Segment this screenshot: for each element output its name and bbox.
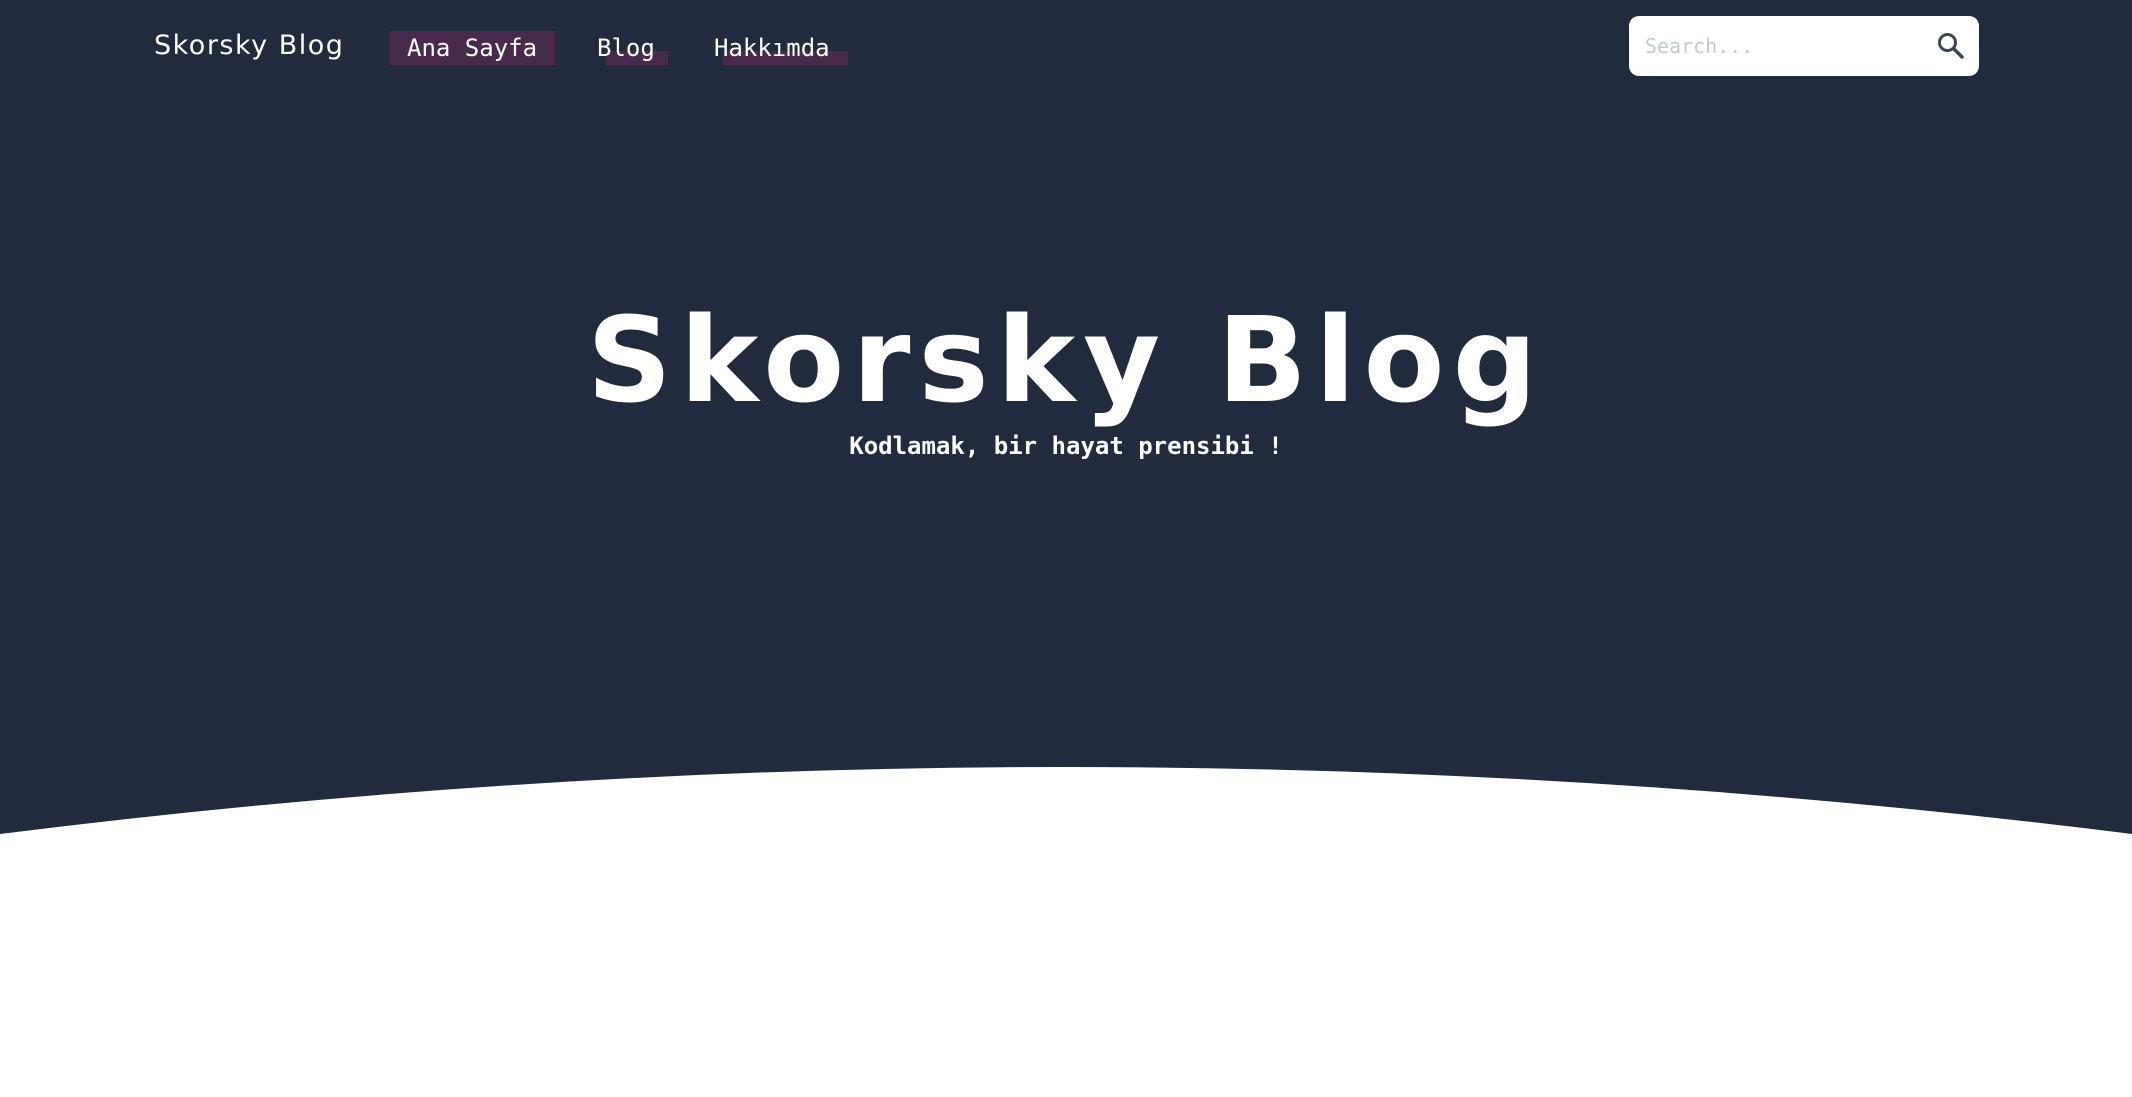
nav-link-ana-sayfa[interactable]: Ana Sayfa (389, 31, 555, 65)
hero-section: Skorsky Blog Ana Sayfa Blog Hakkımda Sko… (0, 0, 2132, 1097)
brand-logo-link[interactable]: Skorsky Blog (154, 24, 344, 68)
nav-link-label: Ana Sayfa (407, 34, 538, 62)
navbar: Skorsky Blog Ana Sayfa Blog Hakkımda (0, 0, 2132, 94)
search-icon (1938, 33, 1964, 59)
hero-subtitle: Kodlamak, bir hayat prensibi ! (849, 432, 1283, 460)
nav-link-hakkimda[interactable]: Hakkımda (714, 31, 848, 65)
nav-link-label: Hakkımda (714, 34, 830, 62)
search-input[interactable] (1645, 28, 1915, 64)
nav-link-label: Blog (597, 34, 655, 62)
search-box (1629, 16, 1979, 76)
search-button[interactable] (1935, 30, 1967, 62)
nav-link-blog[interactable]: Blog (597, 31, 673, 65)
hero-wave-background (0, 0, 2132, 1097)
hero-title: Skorsky Blog (586, 291, 1546, 429)
